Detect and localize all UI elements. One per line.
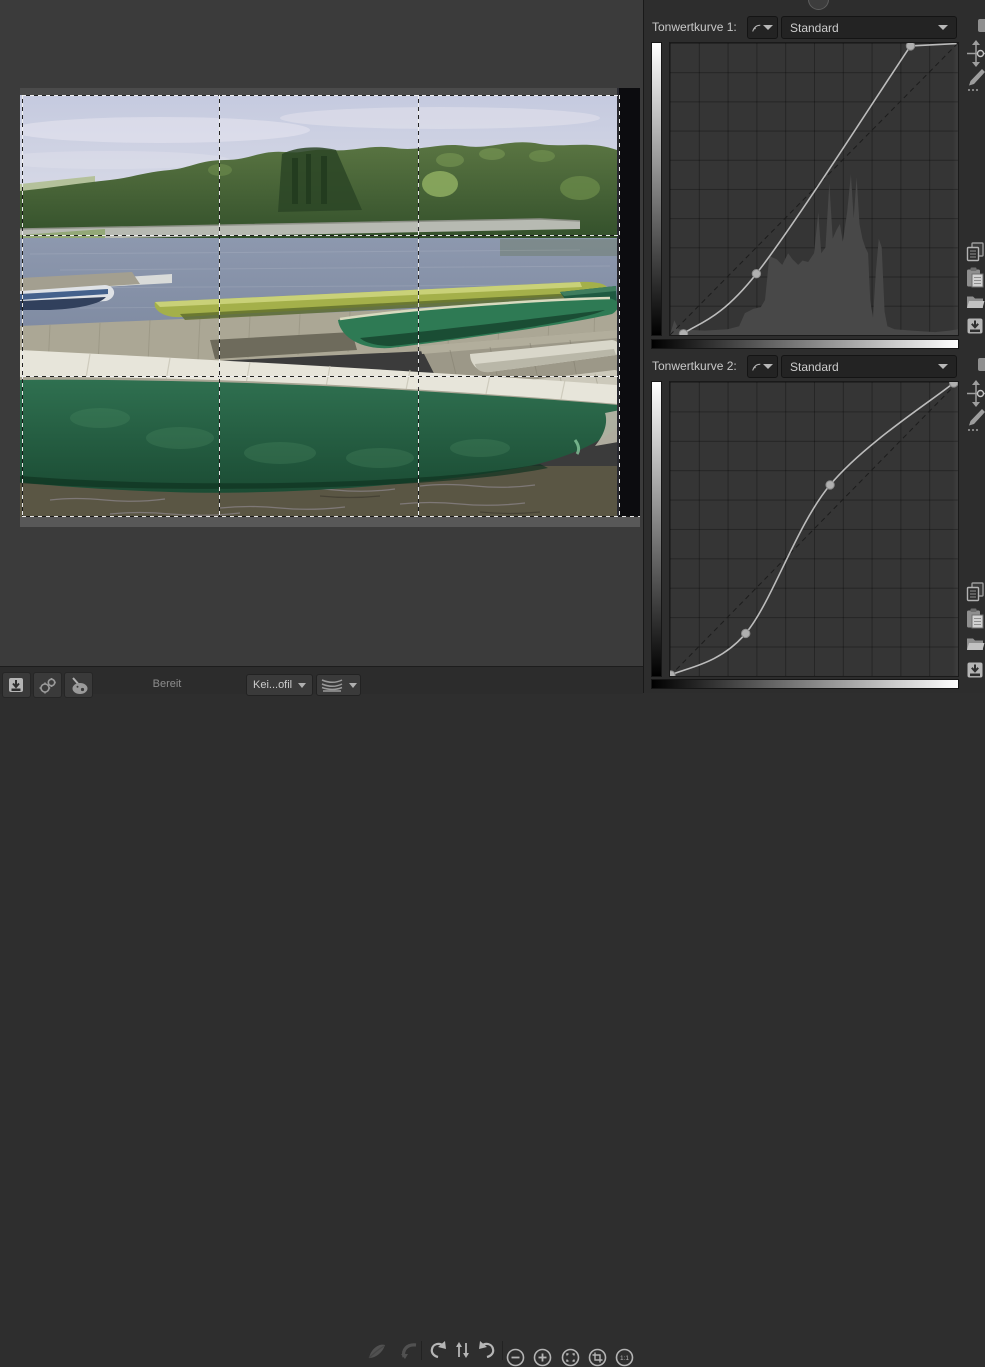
mirror-horizontal-icon-disabled	[364, 1341, 390, 1360]
curve1-preset-dropdown[interactable]: Standard	[781, 16, 957, 39]
curve2-plot	[670, 382, 958, 676]
curve2-preset-dropdown[interactable]: Standard	[781, 355, 957, 378]
curve1-type-dropdown[interactable]	[747, 16, 778, 39]
toolbar-separator	[421, 1341, 422, 1360]
zoom-one-to-one-icon[interactable]: 1:1	[615, 1348, 634, 1367]
curve-control-point[interactable]	[670, 671, 675, 676]
curve-point-picker-icon[interactable]	[966, 40, 985, 67]
import-button[interactable]	[2, 672, 31, 698]
curve2-type-dropdown[interactable]	[747, 355, 778, 378]
panel-corner-icon[interactable]	[978, 19, 985, 32]
curve-type-icon	[752, 361, 761, 373]
curve2-editor[interactable]	[669, 381, 959, 677]
chevron-down-icon	[938, 25, 948, 30]
load-curve-folder-icon[interactable]	[966, 294, 985, 309]
thirds-line-vertical-2	[418, 95, 419, 516]
crop-icon[interactable]	[588, 1348, 607, 1367]
image-canvas	[0, 0, 643, 666]
import-icon	[7, 676, 26, 695]
curve2-title: Tonwertkurve 2:	[652, 359, 737, 373]
freehand-curve-pencil-icon[interactable]	[966, 408, 985, 432]
copy-curve-icon[interactable]	[966, 582, 985, 602]
curve1-title: Tonwertkurve 1:	[652, 20, 737, 34]
thirds-line-vertical-1	[219, 95, 220, 516]
curve2-output-gradient	[651, 381, 662, 677]
curve2-input-gradient	[651, 679, 959, 689]
curve-control-point[interactable]	[950, 382, 958, 387]
photo-image	[20, 88, 640, 527]
rotate-right-icon[interactable]	[476, 1340, 498, 1360]
settings-button[interactable]	[33, 672, 62, 698]
curve-control-point[interactable]	[906, 43, 914, 50]
toolbar-separator	[502, 1341, 503, 1360]
chevron-down-icon	[938, 364, 948, 369]
film-tools-button[interactable]	[64, 672, 93, 698]
color-profile-value: Kei...ofil	[253, 679, 292, 691]
copy-curve-icon[interactable]	[966, 242, 985, 262]
thirds-line-horizontal-2	[22, 376, 620, 377]
crop-marquee-right[interactable]	[619, 95, 620, 516]
freehand-curve-pencil-icon[interactable]	[966, 68, 985, 92]
curve1-preset-value: Standard	[790, 21, 938, 35]
curve-control-point[interactable]	[679, 330, 687, 335]
panel-corner-icon[interactable]	[978, 358, 985, 371]
mirror-vertical-icon-disabled	[396, 1341, 422, 1360]
curve-control-point[interactable]	[752, 270, 760, 278]
histogram	[670, 174, 958, 335]
curve1-editor[interactable]	[669, 42, 959, 336]
curve-control-point[interactable]	[826, 481, 834, 489]
flip-vertical-icon[interactable]	[453, 1340, 473, 1360]
zoom-fit-icon[interactable]	[561, 1348, 580, 1367]
thirds-line-horizontal-1	[22, 235, 620, 236]
crop-marquee-bottom[interactable]	[22, 516, 640, 517]
chevron-down-icon	[763, 364, 773, 369]
paste-curve-icon[interactable]	[966, 267, 984, 288]
svg-text:1:1: 1:1	[620, 1355, 629, 1362]
curves-stack-icon	[321, 678, 343, 692]
zoom-out-icon[interactable]	[506, 1348, 525, 1367]
save-curve-icon[interactable]	[966, 661, 984, 680]
curve1-output-gradient	[651, 42, 662, 336]
scanned-photo[interactable]	[20, 88, 640, 527]
curve2-preset-value: Standard	[790, 360, 938, 374]
crop-marquee-top[interactable]	[22, 95, 620, 96]
curve1-plot	[670, 43, 958, 335]
chevron-down-icon	[349, 683, 357, 688]
crop-marquee-left[interactable]	[22, 95, 23, 516]
load-curve-folder-icon[interactable]	[966, 636, 985, 651]
chevron-down-icon	[298, 683, 306, 688]
zoom-in-icon[interactable]	[533, 1348, 552, 1367]
status-text: Bereit	[122, 678, 212, 690]
curve-type-icon	[752, 22, 761, 34]
rotate-left-icon[interactable]	[427, 1340, 449, 1360]
identity-diagonal	[670, 382, 958, 676]
paste-curve-icon[interactable]	[966, 608, 984, 629]
curve-point-picker-icon[interactable]	[966, 380, 985, 407]
tone-curves-panel: Tonwertkurve 1: Standard	[643, 0, 985, 693]
panel-collapse-handle[interactable]	[808, 0, 829, 10]
scan-software-window: { "window": {"width": 985, "height": 693…	[0, 0, 985, 693]
palette-brush-icon	[69, 676, 89, 695]
save-curve-icon[interactable]	[966, 317, 984, 336]
status-bar: Bereit Kei...ofil	[0, 666, 643, 694]
curve-control-point[interactable]	[742, 629, 750, 637]
tone-curve-line[interactable]	[671, 383, 954, 675]
chevron-down-icon	[763, 25, 773, 30]
gears-icon	[38, 676, 58, 695]
curve1-input-gradient	[651, 339, 959, 349]
